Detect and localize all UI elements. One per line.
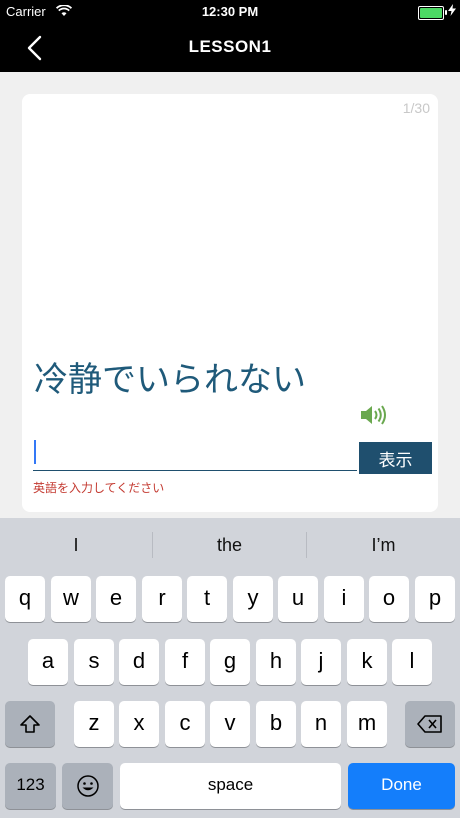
emoji-key[interactable]: [62, 763, 113, 809]
suggestion-2[interactable]: the: [153, 518, 306, 572]
key-e[interactable]: e: [96, 576, 136, 622]
emoji-icon: [76, 775, 99, 797]
key-o[interactable]: o: [369, 576, 409, 622]
key-s[interactable]: s: [74, 639, 114, 685]
key-i[interactable]: i: [324, 576, 364, 622]
suggestion-1[interactable]: I: [0, 518, 152, 572]
status-bar: Carrier 12:30 PM: [0, 0, 460, 24]
key-l[interactable]: l: [392, 639, 432, 685]
text-cursor: [34, 440, 36, 464]
navigation-bar: LESSON1: [0, 24, 460, 72]
japanese-prompt: 冷静でいられない: [34, 361, 306, 399]
key-k[interactable]: k: [347, 639, 387, 685]
key-d[interactable]: d: [119, 639, 159, 685]
status-time: 12:30 PM: [201, 4, 259, 19]
key-g[interactable]: g: [210, 639, 250, 685]
key-q[interactable]: q: [5, 576, 45, 622]
page-title: LESSON1: [188, 37, 272, 56]
delete-key[interactable]: [405, 701, 455, 747]
key-w[interactable]: w: [51, 576, 91, 622]
speaker-icon: [361, 405, 386, 425]
key-t[interactable]: t: [187, 576, 227, 622]
suggestion-bar: I the I’m: [0, 518, 460, 572]
speaker-button[interactable]: [360, 404, 390, 426]
key-u[interactable]: u: [278, 576, 318, 622]
suggestion-3[interactable]: I’m: [307, 518, 460, 572]
key-r[interactable]: r: [142, 576, 182, 622]
key-h[interactable]: h: [256, 639, 296, 685]
key-m[interactable]: m: [347, 701, 387, 747]
key-n[interactable]: n: [301, 701, 341, 747]
space-key[interactable]: space: [120, 763, 341, 809]
battery-cap: [445, 10, 447, 15]
progress-counter: 1/30: [402, 100, 430, 116]
key-b[interactable]: b: [256, 701, 296, 747]
key-p[interactable]: p: [415, 576, 455, 622]
key-c[interactable]: c: [165, 701, 205, 747]
answer-input[interactable]: [33, 437, 357, 471]
shift-key[interactable]: [5, 701, 55, 747]
backspace-icon: [417, 715, 442, 733]
battery-icon: [418, 6, 444, 20]
done-key[interactable]: Done: [348, 763, 455, 809]
show-answer-button[interactable]: 表示: [359, 442, 432, 474]
keyboard: I the I’m q w e r t y u i o p a s d f g …: [0, 518, 460, 818]
key-z[interactable]: z: [74, 701, 114, 747]
flashcard: 1/30 冷静でいられない 表示 英語を入力してください: [22, 94, 438, 512]
charging-icon: [448, 4, 456, 19]
key-j[interactable]: j: [301, 639, 341, 685]
key-f[interactable]: f: [165, 639, 205, 685]
top-bar: Carrier 12:30 PM LESSON1: [0, 0, 460, 72]
key-a[interactable]: a: [28, 639, 68, 685]
shift-arrow-icon: [20, 715, 40, 733]
key-x[interactable]: x: [119, 701, 159, 747]
input-hint: 英語を入力してください: [33, 481, 165, 495]
key-y[interactable]: y: [233, 576, 273, 622]
key-v[interactable]: v: [210, 701, 250, 747]
numbers-key[interactable]: 123: [5, 763, 56, 809]
